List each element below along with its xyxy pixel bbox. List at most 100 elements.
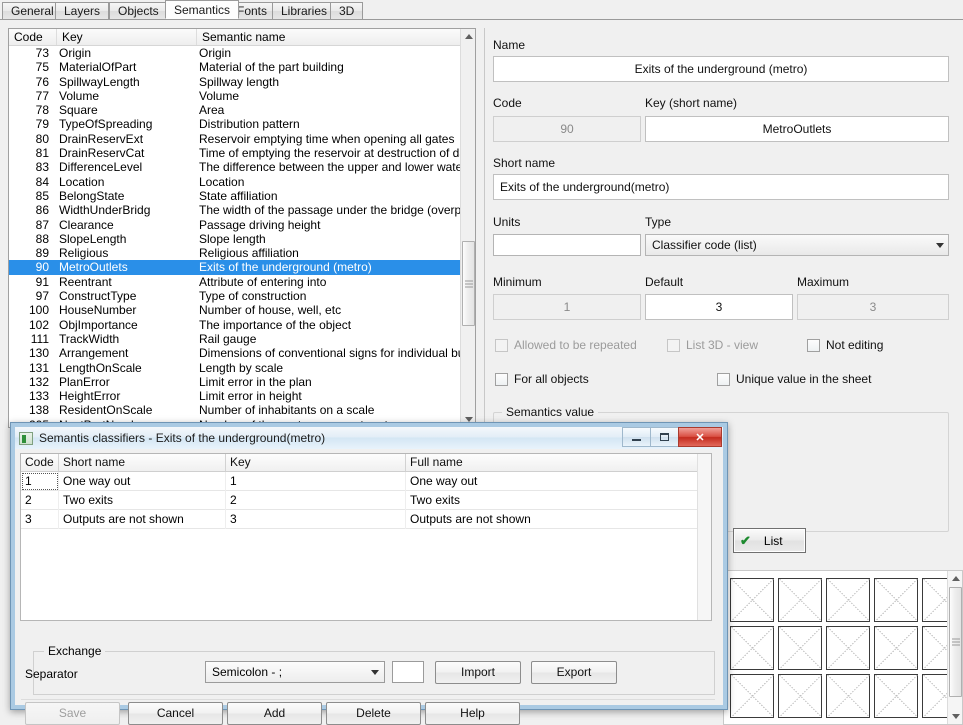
checkbox-unique-value-in-sheet[interactable]: Unique value in the sheet	[717, 372, 871, 386]
column-header-key[interactable]: Key	[57, 29, 197, 45]
semantics-list-row[interactable]: 138 ResidentOnScale Number of inhabitants …	[9, 403, 462, 417]
checkbox-icon[interactable]	[717, 372, 730, 386]
symbol-preview-grid[interactable]	[723, 570, 963, 725]
checkbox-icon[interactable]	[495, 372, 508, 386]
type-select[interactable]: Classifier code (list)	[645, 234, 949, 256]
symbol-cell[interactable]	[826, 626, 870, 670]
symbol-cell[interactable]	[778, 578, 822, 622]
scrollbar-thumb[interactable]	[949, 587, 962, 697]
symbol-cell[interactable]	[778, 674, 822, 718]
checkbox-icon[interactable]	[807, 338, 820, 352]
semantics-list-row[interactable]: 76 SpillwayLength Spillway length	[9, 75, 462, 89]
symbol-cell[interactable]	[826, 674, 870, 718]
column-header-key[interactable]: Key	[226, 454, 406, 471]
symbol-cell[interactable]	[778, 626, 822, 670]
tab-general[interactable]: General	[2, 2, 63, 19]
import-button[interactable]: Import	[435, 661, 521, 684]
scroll-up-arrow-icon[interactable]	[948, 571, 962, 586]
semantics-list-row[interactable]: 133 HeightError Limit error in height	[9, 389, 462, 403]
symbol-cell[interactable]	[874, 578, 918, 622]
semantics-list-row[interactable]: 91 Reentrant Attribute of entering into	[9, 275, 462, 289]
symbol-cell[interactable]	[730, 626, 774, 670]
classifier-cell-short-name[interactable]: Outputs are not shown	[59, 510, 226, 529]
symbol-grid-scrollbar[interactable]	[947, 571, 962, 724]
classifier-cell-short-name[interactable]: Two exits	[59, 491, 226, 510]
semantics-list-row[interactable]: 130 Arrangement Dimensions of conventional…	[9, 346, 462, 360]
column-header-semantic-name[interactable]: Semantic name	[197, 29, 462, 45]
maximize-button[interactable]	[650, 427, 679, 447]
semantics-list-scrollbar[interactable]	[460, 29, 475, 427]
classifier-cell-full-name[interactable]: One way out	[406, 472, 711, 491]
separator-custom-input[interactable]	[392, 661, 424, 683]
classifier-cell-full-name[interactable]: Outputs are not shown	[406, 510, 711, 529]
semantics-list-row[interactable]: 111 TrackWidth Rail gauge	[9, 332, 462, 346]
classifier-cell-code[interactable]: 2	[21, 491, 59, 510]
default-input[interactable]: 3	[645, 294, 793, 320]
classifier-cell-key[interactable]: 2	[226, 491, 406, 510]
classifier-table-row[interactable]: 3 Outputs are not shown 3 Outputs are not s…	[21, 510, 711, 529]
delete-button[interactable]: Delete	[326, 702, 421, 725]
semantics-list-row[interactable]: 97 ConstructType Type of construction	[9, 289, 462, 303]
checkbox-for-all-objects[interactable]: For all objects	[495, 372, 589, 386]
scroll-up-arrow-icon[interactable]	[461, 29, 475, 44]
list-button[interactable]: ✔ List	[733, 528, 806, 553]
semantics-list-row[interactable]: 87 Clearance Passage driving height	[9, 218, 462, 232]
add-button[interactable]: Add	[227, 702, 322, 725]
column-header-full-name[interactable]: Full name	[406, 454, 711, 471]
scroll-down-arrow-icon[interactable]	[948, 709, 962, 724]
short-name-input[interactable]: Exits of the underground(metro)	[493, 174, 949, 200]
semantics-list-row[interactable]: 100 HouseNumber Number of house, well, etc	[9, 303, 462, 317]
units-select[interactable]	[493, 234, 641, 256]
semantics-list-row[interactable]: 88 SlopeLength Slope length	[9, 232, 462, 246]
checkbox-not-editing[interactable]: Not editing	[807, 338, 883, 352]
classifier-cell-full-name[interactable]: Two exits	[406, 491, 711, 510]
symbol-cell[interactable]	[730, 578, 774, 622]
semantics-list-row[interactable]: 79 TypeOfSpreading Distribution pattern	[9, 117, 462, 131]
semantics-list-row[interactable]: 77 Volume Volume	[9, 89, 462, 103]
tab-layers[interactable]: Layers	[55, 2, 110, 19]
semantics-list-row[interactable]: 86 WidthUnderBridg The width of the passag…	[9, 203, 462, 217]
close-button[interactable]: ✕	[678, 427, 722, 447]
semantics-list-row[interactable]: 78 Square Area	[9, 103, 462, 117]
semantics-list-row[interactable]: 102 ObjImportance The importance of the ob…	[9, 318, 462, 332]
semantics-list-row[interactable]: 132 PlanError Limit error in the plan	[9, 375, 462, 389]
symbol-cell[interactable]	[730, 674, 774, 718]
classifier-cell-code[interactable]: 1	[21, 472, 59, 491]
semantics-list-row[interactable]: 73 Origin Origin	[9, 46, 462, 60]
classifier-table-row[interactable]: 1 One way out 1 One way out	[21, 472, 711, 491]
semantics-list-body[interactable]: 73 Origin Origin 75 MaterialOfPart Material o…	[9, 46, 462, 427]
classifier-table[interactable]: Code Short name Key Full name 1 One way o…	[20, 453, 712, 621]
semantics-list-row[interactable]: 85 BelongState State affiliation	[9, 189, 462, 203]
tab-3d[interactable]: 3D	[330, 2, 364, 19]
classifier-table-scrollbar[interactable]	[697, 454, 711, 620]
semantics-list-row[interactable]: 81 DrainReservCat Time of emptying the res…	[9, 146, 462, 160]
classifier-cell-short-name[interactable]: One way out	[59, 472, 226, 491]
column-header-short-name[interactable]: Short name	[59, 454, 226, 471]
tab-libraries[interactable]: Libraries	[272, 2, 337, 19]
key-input[interactable]: MetroOutlets	[645, 116, 949, 142]
dialog-title-bar[interactable]: Semantis classifiers - Exits of the unde…	[15, 427, 723, 449]
help-button[interactable]: Help	[425, 702, 520, 725]
semantics-list-row[interactable]: 75 MaterialOfPart Material of the part bui…	[9, 60, 462, 74]
classifier-cell-code[interactable]: 3	[21, 510, 59, 529]
minimize-button[interactable]	[622, 427, 651, 447]
classifier-table-row[interactable]: 2 Two exits 2 Two exits	[21, 491, 711, 510]
semantics-list-row[interactable]: 80 DrainReservExt Reservoir emptying time …	[9, 132, 462, 146]
cancel-button[interactable]: Cancel	[128, 702, 223, 725]
symbol-cell[interactable]	[874, 626, 918, 670]
scrollbar-thumb[interactable]	[462, 241, 475, 326]
classifier-cell-key[interactable]: 1	[226, 472, 406, 491]
semantics-list-row[interactable]: 84 Location Location	[9, 175, 462, 189]
classifier-cell-key[interactable]: 3	[226, 510, 406, 529]
tab-semantics[interactable]: Semantics	[165, 0, 240, 19]
tab-objects[interactable]: Objects	[109, 2, 168, 19]
column-header-code[interactable]: Code	[21, 454, 59, 471]
semantics-list-row[interactable]: 89 Religious Religious affiliation	[9, 246, 462, 260]
name-input[interactable]: Exits of the underground (metro)	[493, 56, 949, 82]
symbol-cell[interactable]	[826, 578, 870, 622]
semantics-list-row[interactable]: 131 LengthOnScale Length by scale	[9, 361, 462, 375]
classifier-table-body[interactable]: 1 One way out 1 One way out 2 Two exits 2 Two e…	[21, 472, 711, 529]
separator-select[interactable]: Semicolon - ;	[205, 661, 385, 683]
semantics-list-row[interactable]: 83 DifferenceLevel The difference between …	[9, 160, 462, 174]
semantics-list-row[interactable]: 90 MetroOutlets Exits of the underground (…	[9, 260, 462, 275]
